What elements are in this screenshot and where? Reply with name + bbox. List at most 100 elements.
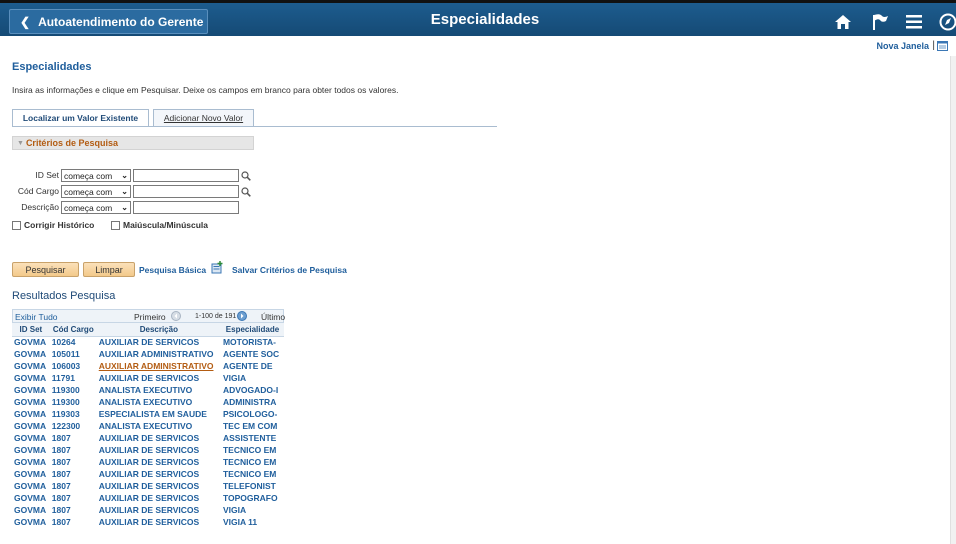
id-set-cell[interactable]: GOVMA	[12, 348, 50, 360]
correct-history-checkbox[interactable]: Corrigir Histórico	[12, 220, 94, 230]
description-cell[interactable]: AUXILIAR DE SERVICOS	[97, 432, 221, 444]
table-row[interactable]: GOVMA 1807 AUXILIAR DE SERVICOS TELEFONIST	[12, 480, 284, 492]
table-row[interactable]: GOVMA 1807 AUXILIAR DE SERVICOS ASSISTENTE	[12, 432, 284, 444]
operator-select-description[interactable]: começa com ⌄	[61, 201, 131, 214]
job-code-cell[interactable]: 1807	[50, 516, 97, 528]
new-window-link[interactable]: Nova Janela	[876, 41, 929, 51]
specialty-cell[interactable]: VIGIA	[221, 372, 284, 384]
job-code-cell[interactable]: 1807	[50, 468, 97, 480]
menu-icon[interactable]	[903, 11, 925, 33]
vertical-scrollbar[interactable]	[950, 56, 956, 544]
basic-search-link[interactable]: Pesquisa Básica	[139, 265, 206, 275]
id-set-cell[interactable]: GOVMA	[12, 444, 50, 456]
job-code-cell[interactable]: 1807	[50, 432, 97, 444]
id-set-cell[interactable]: GOVMA	[12, 480, 50, 492]
lookup-icon[interactable]	[241, 187, 251, 197]
checkbox-box[interactable]	[12, 220, 21, 230]
id-set-cell[interactable]: GOVMA	[12, 408, 50, 420]
job-code-cell[interactable]: 10264	[50, 336, 97, 348]
table-row[interactable]: GOVMA 1807 AUXILIAR DE SERVICOS VIGIA 11	[12, 516, 284, 528]
job-code-cell[interactable]: 1807	[50, 504, 97, 516]
description-cell[interactable]: ANALISTA EXECUTIVO	[97, 396, 221, 408]
specialty-cell[interactable]: AGENTE DE	[221, 360, 284, 372]
specialty-cell[interactable]: TECNICO EM	[221, 444, 284, 456]
job-code-cell[interactable]: 1807	[50, 456, 97, 468]
checkbox-box[interactable]	[111, 220, 120, 230]
save-criteria-icon[interactable]	[211, 261, 224, 274]
description-cell[interactable]: AUXILIAR DE SERVICOS	[97, 516, 221, 528]
lookup-icon[interactable]	[241, 171, 251, 181]
description-cell[interactable]: AUXILIAR DE SERVICOS	[97, 468, 221, 480]
previous-arrow-icon[interactable]	[171, 311, 181, 321]
show-all-link[interactable]: Exibir Tudo	[15, 312, 58, 322]
operator-select-id-set[interactable]: começa com ⌄	[61, 169, 131, 182]
search-criteria-header[interactable]: ▼ Critérios de Pesquisa	[12, 136, 254, 150]
table-row[interactable]: GOVMA 1807 AUXILIAR DE SERVICOS TECNICO EM	[12, 444, 284, 456]
specialty-cell[interactable]: AGENTE SOC	[221, 348, 284, 360]
next-arrow-icon[interactable]	[237, 311, 247, 321]
job-code-cell[interactable]: 1807	[50, 480, 97, 492]
table-row[interactable]: GOVMA 1807 AUXILIAR DE SERVICOS VIGIA	[12, 504, 284, 516]
navbar-icon[interactable]	[937, 11, 956, 33]
id-set-cell[interactable]: GOVMA	[12, 516, 50, 528]
specialty-cell[interactable]: VIGIA	[221, 504, 284, 516]
specialty-cell[interactable]: ADVOGADO-I	[221, 384, 284, 396]
column-header[interactable]: Especialidade	[220, 323, 284, 337]
id-set-cell[interactable]: GOVMA	[12, 420, 50, 432]
table-row[interactable]: GOVMA 105011 AUXILIAR ADMINISTRATIVO AGENTE…	[12, 348, 284, 360]
first-label[interactable]: Primeiro	[134, 312, 166, 322]
description-cell[interactable]: AUXILIAR DE SERVICOS	[97, 336, 221, 348]
specialty-cell[interactable]: TELEFONIST	[221, 480, 284, 492]
description-cell[interactable]: ANALISTA EXECUTIVO	[97, 384, 221, 396]
home-icon[interactable]	[832, 11, 854, 33]
specialty-cell[interactable]: TECNICO EM	[221, 468, 284, 480]
id-set-cell[interactable]: GOVMA	[12, 492, 50, 504]
job-code-cell[interactable]: 119300	[50, 396, 97, 408]
table-row[interactable]: GOVMA 106003 AUXILIAR ADMINISTRATIVO AGENTE…	[12, 360, 284, 372]
id-set-cell[interactable]: GOVMA	[12, 504, 50, 516]
job-code-cell[interactable]: 119303	[50, 408, 97, 420]
job-code-cell[interactable]: 105011	[50, 348, 97, 360]
id-set-cell[interactable]: GOVMA	[12, 372, 50, 384]
description-cell[interactable]: AUXILIAR DE SERVICOS	[97, 456, 221, 468]
specialty-cell[interactable]: VIGIA 11	[221, 516, 284, 528]
job-code-input[interactable]	[133, 185, 239, 198]
id-set-cell[interactable]: GOVMA	[12, 468, 50, 480]
column-header[interactable]: ID Set	[12, 323, 50, 337]
case-sensitive-checkbox[interactable]: Maiúscula/Minúscula	[111, 220, 208, 230]
description-cell[interactable]: ESPECIALISTA EM SAUDE	[97, 408, 221, 420]
description-cell[interactable]: AUXILIAR ADMINISTRATIVO	[97, 348, 221, 360]
specialty-cell[interactable]: MOTORISTA-	[221, 336, 284, 348]
description-cell[interactable]: AUXILIAR DE SERVICOS	[97, 372, 221, 384]
column-header[interactable]: Descrição	[96, 323, 221, 337]
specialty-cell[interactable]: ASSISTENTE	[221, 432, 284, 444]
table-row[interactable]: GOVMA 119303 ESPECIALISTA EM SAUDE PSICOLOG…	[12, 408, 284, 420]
id-set-cell[interactable]: GOVMA	[12, 432, 50, 444]
job-code-cell[interactable]: 119300	[50, 384, 97, 396]
specialty-cell[interactable]: TOPOGRAFO	[221, 492, 284, 504]
clear-button[interactable]: Limpar	[83, 262, 135, 277]
id-set-cell[interactable]: GOVMA	[12, 396, 50, 408]
tab-add-new[interactable]: Adicionar Novo Valor	[153, 109, 254, 126]
operator-select-job-code[interactable]: começa com ⌄	[61, 185, 131, 198]
description-cell[interactable]: AUXILIAR DE SERVICOS	[97, 444, 221, 456]
specialty-cell[interactable]: ADMINISTRA	[221, 396, 284, 408]
save-criteria-link[interactable]: Salvar Critérios de Pesquisa	[232, 265, 347, 275]
job-code-cell[interactable]: 1807	[50, 492, 97, 504]
job-code-cell[interactable]: 122300	[50, 420, 97, 432]
id-set-cell[interactable]: GOVMA	[12, 384, 50, 396]
id-set-cell[interactable]: GOVMA	[12, 336, 50, 348]
description-cell[interactable]: AUXILIAR ADMINISTRATIVO	[97, 360, 221, 372]
tab-find-existing[interactable]: Localizar um Valor Existente	[12, 109, 149, 126]
table-row[interactable]: GOVMA 1807 AUXILIAR DE SERVICOS TOPOGRAFO	[12, 492, 284, 504]
search-button[interactable]: Pesquisar	[12, 262, 79, 277]
job-code-cell[interactable]: 1807	[50, 444, 97, 456]
description-input[interactable]	[133, 201, 239, 214]
table-row[interactable]: GOVMA 1807 AUXILIAR DE SERVICOS TECNICO EM	[12, 468, 284, 480]
id-set-input[interactable]	[133, 169, 239, 182]
specialty-cell[interactable]: PSICOLOGO-	[221, 408, 284, 420]
table-row[interactable]: GOVMA 119300 ANALISTA EXECUTIVO ADVOGADO-I	[12, 384, 284, 396]
table-row[interactable]: GOVMA 122300 ANALISTA EXECUTIVO TEC EM COM	[12, 420, 284, 432]
table-row[interactable]: GOVMA 10264 AUXILIAR DE SERVICOS MOTORISTA-	[12, 336, 284, 348]
description-cell[interactable]: ANALISTA EXECUTIVO	[97, 420, 221, 432]
